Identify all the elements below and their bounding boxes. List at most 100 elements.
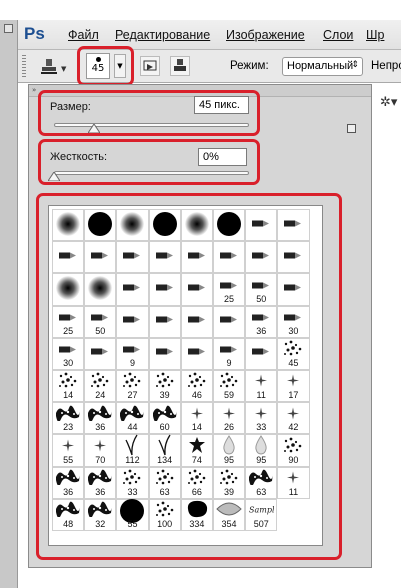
brush-preset-tool[interactable] <box>245 337 278 370</box>
brush-preset-tool[interactable]: 25 <box>52 305 85 338</box>
brush-preset-drop[interactable]: 95 <box>245 434 278 467</box>
brush-preset-tool[interactable]: 36 <box>245 305 278 338</box>
brush-preset-tool[interactable]: 50 <box>84 305 117 338</box>
menu-type[interactable]: Шр <box>366 28 384 42</box>
brush-preset-tool[interactable] <box>84 337 117 370</box>
brush-preset-texture[interactable]: 36 <box>52 466 85 499</box>
brush-preset-tool[interactable] <box>116 273 149 306</box>
brush-preset-drop[interactable]: 95 <box>212 434 246 467</box>
brush-preset-tool[interactable] <box>116 305 149 338</box>
menu-edit[interactable]: Редактирование <box>115 28 210 42</box>
brush-preset-tool[interactable]: 30 <box>52 337 85 370</box>
star-brush-icon <box>286 469 300 488</box>
brush-preset-soft[interactable] <box>52 209 85 242</box>
brush-preset-spray[interactable]: 90 <box>277 434 310 467</box>
brush-preset-texture[interactable]: 48 <box>52 498 85 531</box>
hardness-slider-thumb[interactable] <box>48 172 60 181</box>
new-preset-icon[interactable] <box>347 124 356 133</box>
brush-preset-soft[interactable] <box>180 209 213 242</box>
brush-preset-texture[interactable]: 63 <box>245 466 278 499</box>
brush-preset-star[interactable]: 55 <box>52 434 85 467</box>
brush-preset-tool[interactable] <box>148 305 181 338</box>
brush-preset-spray[interactable]: 66 <box>180 466 213 499</box>
brush-preset-spray[interactable]: 27 <box>116 369 149 403</box>
brush-preset-hard[interactable]: 55 <box>116 498 149 531</box>
brush-preset-tool[interactable]: 50 <box>245 273 278 306</box>
brush-preset-star[interactable]: 42 <box>277 402 310 435</box>
brush-preset-tool[interactable] <box>212 241 246 274</box>
stamp-icon[interactable] <box>40 58 58 76</box>
brush-preset-lens[interactable]: 354 <box>212 498 246 531</box>
brush-preset-tool[interactable] <box>148 241 181 274</box>
brush-preset-tool[interactable] <box>180 241 213 274</box>
brush-preset-tool[interactable] <box>277 241 310 274</box>
brush-preset-hard[interactable] <box>212 209 246 242</box>
brush-preset-spray[interactable]: 100 <box>148 498 181 531</box>
brush-preset-leaf[interactable]: 74 <box>180 434 213 467</box>
clone-source-icon[interactable] <box>140 56 160 76</box>
brush-preset-star[interactable]: 14 <box>180 402 213 435</box>
brush-preset-star[interactable]: 11 <box>277 466 310 499</box>
brush-preset-spray[interactable]: 24 <box>84 369 117 403</box>
brush-preset-texture[interactable]: 32 <box>84 498 117 531</box>
brush-preset-star[interactable]: 11 <box>245 369 278 403</box>
brush-preset-star[interactable]: 70 <box>84 434 117 467</box>
brush-preset-script[interactable]: Sampler 507 <box>245 498 284 531</box>
brush-preset-tool[interactable] <box>245 209 278 242</box>
brush-preset-tool[interactable]: 9 <box>116 337 149 370</box>
brush-preset-star[interactable]: 33 <box>245 402 278 435</box>
brush-preset-spray[interactable]: 63 <box>148 466 181 499</box>
brush-preset-spray[interactable]: 14 <box>52 369 85 403</box>
brush-preset-spray[interactable]: 33 <box>116 466 149 499</box>
brush-preset-hard[interactable] <box>84 209 117 242</box>
brush-preset-spray[interactable]: 39 <box>148 369 181 403</box>
brush-preset-star[interactable]: 17 <box>277 369 310 403</box>
brush-preset-tool[interactable] <box>277 273 310 306</box>
brush-preset-tool[interactable] <box>212 305 246 338</box>
size-slider-thumb[interactable] <box>87 124 100 133</box>
gear-icon[interactable]: ✲▾ <box>380 95 397 110</box>
brush-preset-grass[interactable]: 134 <box>148 434 181 467</box>
brush-preset-tool[interactable]: 9 <box>212 337 246 370</box>
brush-panel-toggle-icon[interactable] <box>170 56 190 76</box>
brush-preset-tool[interactable] <box>148 337 181 370</box>
brush-preset-hard[interactable] <box>148 209 181 242</box>
grip-handle[interactable] <box>22 55 26 79</box>
menu-file[interactable]: Файл <box>68 28 99 42</box>
brush-preset-tool[interactable] <box>277 209 310 242</box>
brush-preset-spray[interactable]: 39 <box>212 466 246 499</box>
brush-preset-grass[interactable]: 112 <box>116 434 149 467</box>
brush-preset-tool[interactable] <box>180 273 213 306</box>
hardness-slider[interactable] <box>54 171 249 175</box>
brush-preset-soft[interactable] <box>116 209 149 242</box>
menu-image[interactable]: Изображение <box>226 28 305 42</box>
menu-layers[interactable]: Слои <box>323 28 353 42</box>
size-field[interactable]: 45 пикс. <box>194 96 249 114</box>
brush-preset-tool[interactable] <box>84 241 117 274</box>
collapse-icon[interactable] <box>4 24 13 33</box>
brush-preset-spray[interactable]: 46 <box>180 369 213 403</box>
brush-preset-soft[interactable] <box>84 273 117 306</box>
brush-preset-tool[interactable] <box>116 241 149 274</box>
brush-preset-texture[interactable]: 44 <box>116 402 149 435</box>
brush-preset-spray[interactable]: 59 <box>212 369 246 403</box>
brush-preset-tool[interactable] <box>180 337 213 370</box>
brush-preset-tool[interactable] <box>180 305 213 338</box>
brush-preset-texture[interactable]: 23 <box>52 402 85 435</box>
brush-preset-texture[interactable]: 36 <box>84 402 117 435</box>
brush-preset-blob[interactable]: 334 <box>180 498 213 531</box>
brush-preset-texture[interactable]: 36 <box>84 466 117 499</box>
brush-preset-tool[interactable] <box>52 241 85 274</box>
size-slider[interactable] <box>54 123 249 127</box>
hardness-field[interactable]: 0% <box>198 148 247 166</box>
brush-preset-tool[interactable] <box>245 241 278 274</box>
brush-preset-tool[interactable] <box>148 273 181 306</box>
tool-preset-chevron-icon[interactable]: ▼ <box>61 65 66 73</box>
brush-preset-soft[interactable] <box>52 273 85 306</box>
brush-preset-tool[interactable]: 30 <box>277 305 310 338</box>
brush-preset-tool[interactable]: 25 <box>212 273 246 306</box>
brush-preset-star[interactable]: 26 <box>212 402 246 435</box>
brush-preset-spray[interactable]: 45 <box>277 337 310 370</box>
blend-mode-select[interactable]: Нормальный ⇕ <box>282 57 363 76</box>
brush-preset-texture[interactable]: 60 <box>148 402 181 435</box>
